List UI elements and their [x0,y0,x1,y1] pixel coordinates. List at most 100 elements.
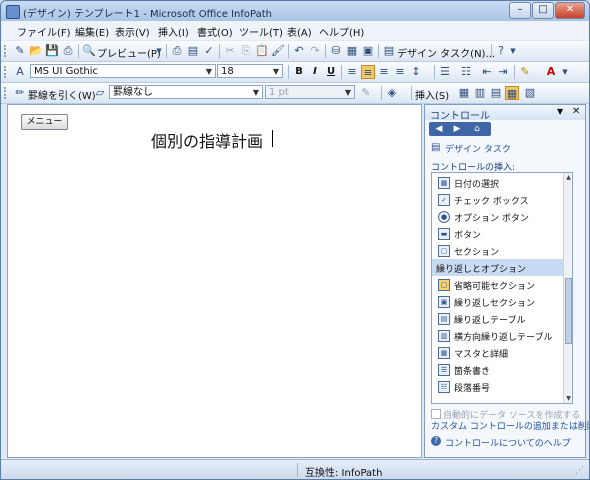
design-tasks-icon[interactable]: ▤ [382,44,396,58]
menu-insert[interactable]: 挿入(I) [158,24,189,39]
list-item[interactable]: ✓ チェック ボックス [432,191,572,208]
menu-format[interactable]: 書式(O) [197,24,233,39]
form-heading[interactable]: 個別の指導計画 [151,128,263,152]
italic-button[interactable]: I [308,65,322,79]
data-source-icon[interactable]: ⛁ [329,44,343,58]
align-left-icon[interactable]: ≡ [345,65,359,79]
font-color-icon[interactable]: A [544,65,558,79]
draw-border-icon[interactable]: ✏ [13,86,27,100]
bullets-icon[interactable]: ☰ [438,65,452,79]
align-center-icon[interactable]: ≡ [361,65,375,79]
custom-controls-link[interactable]: カスタム コントロールの追加または削除... [431,419,589,432]
scrollbar-thumb[interactable] [565,278,572,344]
copy-icon[interactable]: ⎘ [239,44,253,58]
preview-button[interactable]: プレビュー(P) [97,45,161,60]
menu-table[interactable]: 表(A) [287,24,312,39]
home-icon[interactable]: ⌂ [470,123,484,135]
task-pane-menu-icon[interactable]: ▼ [557,107,563,116]
menu-button[interactable]: メニュー [21,114,68,130]
toolbar-grip[interactable] [4,87,9,99]
font-size-select[interactable]: 18 ▼ [217,64,283,78]
chevron-down-icon[interactable]: ▼ [271,65,281,79]
format-painter-icon[interactable]: 🖌 [271,44,285,58]
font-style-icon[interactable]: A [13,65,27,79]
underline-button[interactable]: U [324,65,338,79]
print-icon[interactable]: ⎙ [170,44,184,58]
list-item[interactable]: ▥ 横方向繰り返しテーブル [432,327,572,344]
form-design-canvas[interactable]: メニュー 個別の指導計画 [7,104,422,458]
eraser-icon[interactable]: ▱ [93,86,107,100]
resize-grip-icon[interactable]: ⋰ [575,466,584,476]
print-preview-icon[interactable]: ▤ [186,44,200,58]
list-item[interactable]: ▢ セクション [432,242,572,259]
menu-edit[interactable]: 編集(E) [75,24,109,39]
font-name-select[interactable]: MS UI Gothic ▼ [30,64,216,78]
toolbar-options-icon[interactable]: ▼ [508,44,518,58]
scroll-up-icon[interactable]: ▲ [564,173,572,182]
list-item[interactable]: ▤ 繰り返しテーブル [432,310,572,327]
show-gridlines-icon[interactable]: ▦ [505,86,519,100]
preview-icon[interactable]: 🔍 [82,44,96,58]
chevron-down-icon[interactable]: ▼ [343,86,353,100]
infopath-app-icon[interactable] [6,5,20,19]
list-item[interactable]: ▢ 省略可能セクション [432,276,572,293]
increase-indent-icon[interactable]: ⇥ [496,65,510,79]
list-item[interactable]: ▦ 日付の選択 [432,174,572,191]
preview-dropdown-icon[interactable]: ▼ [155,44,163,58]
controls-scrollbar[interactable]: ▲ ▼ [563,173,572,403]
toolbar-grip[interactable] [4,45,9,57]
publish-icon[interactable]: ⎙ [61,44,75,58]
close-button[interactable]: ✕ [555,2,585,19]
table-properties-icon[interactable]: ▧ [523,86,537,100]
design-tasks-link[interactable]: デザイン タスク [445,142,511,155]
table-icon[interactable]: ▦ [345,44,359,58]
list-item[interactable]: ▬ ボタン [432,225,572,242]
title-bar[interactable]: (デザイン) テンプレート1 - Microsoft Office InfoPa… [1,1,589,21]
menu-tools[interactable]: ツール(T) [239,24,283,39]
cut-icon[interactable]: ✂ [223,44,237,58]
checkbox-icon[interactable] [431,409,441,419]
spelling-icon[interactable]: ✓ [202,44,216,58]
open-icon[interactable]: 📂 [29,44,43,58]
border-color-icon[interactable]: ✎ [359,86,373,100]
design-tasks-button[interactable]: デザイン タスク(N)... [397,45,495,60]
task-pane-close-icon[interactable]: ✕ [572,106,580,117]
border-style-select[interactable]: 罫線なし ▼ [109,85,263,99]
back-icon[interactable]: ◀ [432,123,446,135]
menu-help[interactable]: ヘルプ(H) [319,24,364,39]
list-item[interactable]: ☰ 箇条書き [432,361,572,378]
menu-view[interactable]: 表示(V) [115,24,150,39]
chevron-down-icon[interactable]: ▼ [251,86,261,100]
controls-help-link[interactable]: コントロールについてのヘルプ [445,436,571,449]
list-item[interactable]: ☷ 段落番号 [432,378,572,395]
design-icon[interactable]: ✎ [13,44,27,58]
menu-file[interactable]: ファイル(F) [17,24,71,39]
justify-icon[interactable]: ≡ [393,65,407,79]
minimize-button[interactable]: – [509,2,531,19]
decrease-indent-icon[interactable]: ⇤ [480,65,494,79]
help-icon[interactable]: ? [431,436,441,446]
numbering-icon[interactable]: ☷ [459,65,473,79]
list-item[interactable]: ▣ 繰り返しセクション [432,293,572,310]
help-icon[interactable]: ? [494,44,508,58]
list-item[interactable]: ● オプション ボタン [432,208,572,225]
align-right-icon[interactable]: ≡ [377,65,391,79]
highlight-icon[interactable]: ✎ [518,65,532,79]
undo-icon[interactable]: ↶ [292,44,306,58]
insert-table-button[interactable]: 挿入(S) [415,87,449,102]
redo-icon[interactable]: ↷ [308,44,322,58]
table-align-icon[interactable]: ▤ [489,86,503,100]
paste-icon[interactable]: 📋 [255,44,269,58]
picture-icon[interactable]: ▣ [361,44,375,58]
bold-button[interactable]: B [292,65,306,79]
chevron-down-icon[interactable]: ▼ [204,65,214,79]
save-icon[interactable]: 💾 [45,44,59,58]
shading-icon[interactable]: ◈ [385,86,399,100]
toolbar-grip[interactable] [4,66,9,78]
scroll-down-icon[interactable]: ▼ [564,394,572,403]
forward-icon[interactable]: ▶ [450,123,464,135]
split-cells-icon[interactable]: ▥ [473,86,487,100]
border-width-select[interactable]: 1 pt ▼ [265,85,355,99]
line-spacing-icon[interactable]: ↕ [409,65,423,79]
list-item[interactable]: ▦ マスタと詳細 [432,344,572,361]
